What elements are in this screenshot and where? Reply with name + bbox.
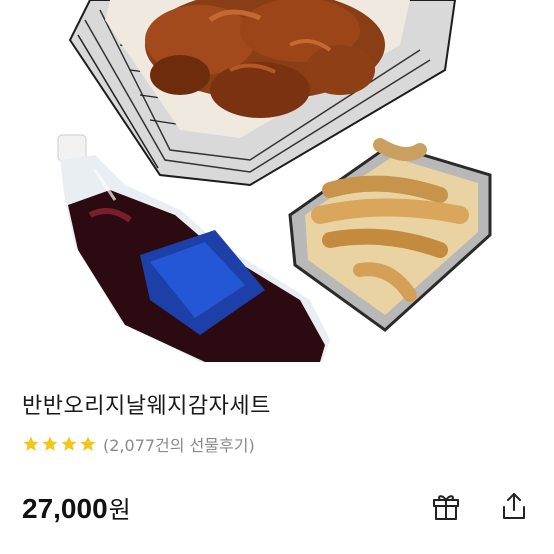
product-image: [0, 0, 554, 362]
gift-icon: [430, 490, 462, 526]
price-unit: 원: [108, 496, 131, 524]
star-icon: [60, 435, 78, 453]
product-title: 반반오리지날웨지감자세트: [22, 394, 271, 419]
product-page: 반반오리지날웨지감자세트 (2,077건의 선물후기) 27,000 원: [0, 0, 554, 554]
star-icon: [22, 435, 40, 453]
share-button[interactable]: [496, 490, 532, 526]
gift-button[interactable]: [428, 490, 464, 526]
rating-row: (2,077건의 선물후기): [22, 432, 255, 456]
star-icon: [41, 435, 59, 453]
rating-stars: [22, 435, 97, 453]
review-count-link[interactable]: (2,077건의 선물후기): [103, 432, 255, 456]
price-amount: 27,000: [22, 493, 108, 524]
star-icon: [79, 435, 97, 453]
share-icon: [499, 490, 529, 526]
price: 27,000 원: [22, 490, 131, 525]
